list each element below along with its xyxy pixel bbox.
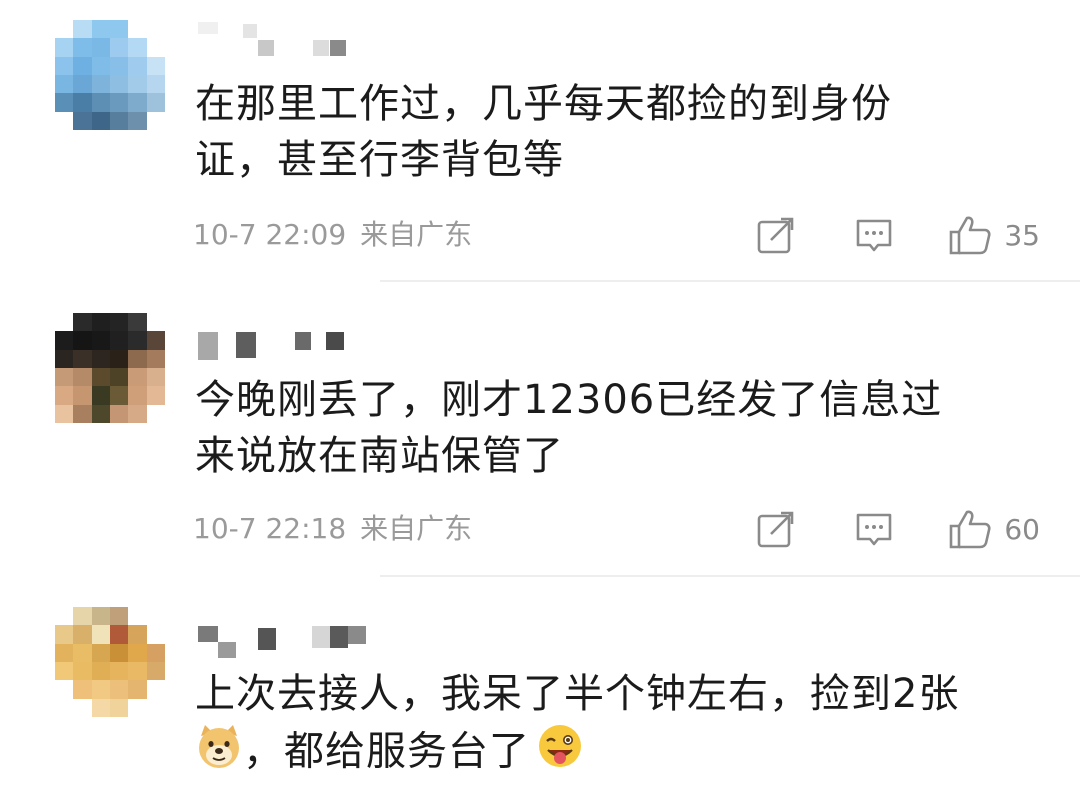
comment-actions: 35 — [756, 213, 1040, 257]
comment-meta: 10-7 22:09 来自广东 — [193, 217, 472, 253]
thumbs-up-icon — [950, 510, 991, 549]
comment-text-line: 上次去接人，我呆了半个钟左右，捡到2张 — [195, 671, 960, 717]
like-count: 35 — [1004, 218, 1040, 252]
comment-text-line: ，都给服务台了 — [195, 722, 1055, 785]
comment-icon — [857, 513, 892, 546]
comment-text-part: ，都给服务台了 — [243, 728, 530, 775]
location: 来自广东 — [360, 512, 473, 545]
comment-meta: 10-7 22:18 来自广东 — [193, 511, 472, 547]
divider — [380, 575, 1080, 577]
comment-text: 今晚刚丢了，刚才12306已经发了信息过 来说放在南站保管了 — [195, 372, 1055, 484]
avatar[interactable] — [55, 607, 165, 717]
comment-icon — [857, 219, 892, 252]
comment-text-line: 来说放在南站保管了 — [195, 433, 564, 479]
comment-text: 在那里工作过，几乎每天都捡的到身份 证，甚至行李背包等 — [195, 76, 1055, 188]
comment-text-line: 在那里工作过，几乎每天都捡的到身份 — [195, 81, 892, 127]
share-icon — [758, 511, 794, 548]
comment-text-line: 今晚刚丢了，刚才12306已经发了信息过 — [195, 377, 943, 423]
thumbs-up-icon — [950, 216, 991, 255]
share-button[interactable] — [756, 215, 796, 255]
comment-text-line: 证，甚至行李背包等 — [195, 137, 564, 183]
timestamp: 10-7 22:18 — [193, 512, 347, 545]
share-icon — [758, 217, 794, 254]
username-redacted[interactable] — [198, 624, 398, 658]
like-count: 60 — [1004, 512, 1040, 546]
like-button[interactable]: 60 — [948, 508, 1040, 550]
like-button[interactable]: 35 — [948, 214, 1040, 256]
comment-text: 上次去接人，我呆了半个钟左右，捡到2张 ，都给服务台了 — [195, 666, 1055, 785]
timestamp: 10-7 22:09 — [193, 218, 347, 251]
doge-emoji — [195, 722, 243, 785]
avatar[interactable] — [55, 313, 165, 423]
divider — [380, 280, 1080, 282]
tongue-wink-emoji — [536, 722, 584, 785]
comment-actions: 60 — [756, 507, 1040, 551]
location: 来自广东 — [360, 218, 473, 251]
reply-button[interactable] — [854, 509, 894, 549]
username-redacted[interactable] — [198, 22, 398, 56]
reply-button[interactable] — [854, 215, 894, 255]
share-button[interactable] — [756, 509, 796, 549]
avatar[interactable] — [55, 20, 165, 130]
username-redacted[interactable] — [198, 330, 398, 360]
